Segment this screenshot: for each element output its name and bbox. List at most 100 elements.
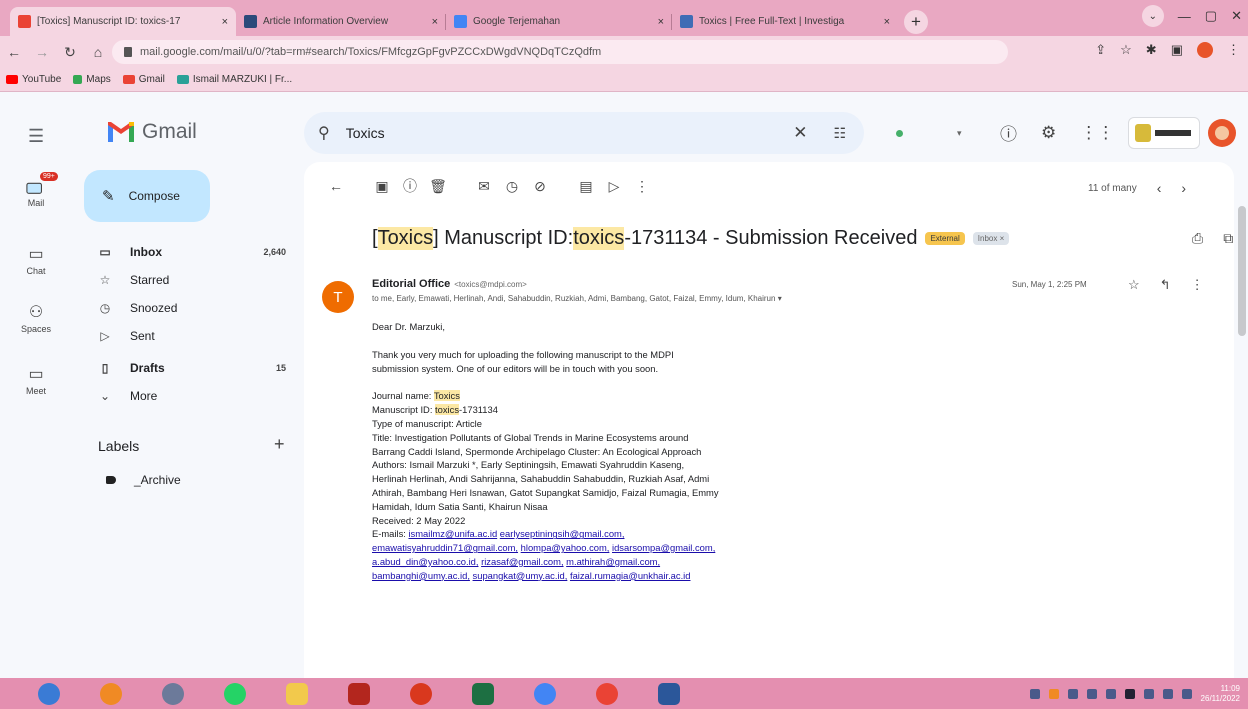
search-icon[interactable]: ⚲: [318, 123, 330, 143]
recipients-line[interactable]: to me, Early, Emawati, Herlinah, Andi, S…: [372, 294, 782, 303]
volume-icon[interactable]: [1143, 689, 1154, 699]
taskbar-chrome[interactable]: [524, 681, 566, 707]
show-details-icon[interactable]: ▾: [778, 294, 782, 303]
rail-item-spaces[interactable]: ⚇ Spaces: [0, 302, 72, 334]
email-link[interactable]: faizal.rumagia@unkhair.ac.id: [570, 570, 691, 581]
taskbar-whatsapp[interactable]: [214, 681, 256, 707]
nav-item-starred[interactable]: ☆ Starred: [88, 268, 298, 292]
more-actions-icon[interactable]: ⋮: [628, 178, 656, 195]
maximize-icon[interactable]: ▢: [1205, 8, 1217, 24]
bookmark-star-icon[interactable]: ☆: [1120, 42, 1132, 58]
nav-item-drafts[interactable]: ▯ Drafts 15: [88, 356, 298, 380]
main-menu-icon[interactable]: ☰: [28, 126, 44, 147]
tab-gmail[interactable]: [Toxics] Manuscript ID: toxics-17 ×: [10, 7, 236, 36]
scrollbar-thumb[interactable]: [1238, 206, 1246, 336]
settings-gear-icon[interactable]: ⚙: [1041, 123, 1056, 143]
email-link[interactable]: m.athirah@gmail.com,: [566, 556, 660, 567]
rail-item-chat[interactable]: ▭ Chat: [0, 244, 72, 276]
email-link[interactable]: supangkat@umy.ac.id,: [473, 570, 568, 581]
back-icon[interactable]: ←: [0, 44, 28, 60]
nav-item-inbox[interactable]: ▭ Inbox 2,640: [88, 240, 298, 264]
move-to-icon[interactable]: ▤: [572, 178, 600, 195]
mark-unread-icon[interactable]: ✉: [470, 178, 498, 195]
tab-article-info[interactable]: Article Information Overview ×: [236, 7, 446, 36]
taskbar-excel[interactable]: [462, 681, 504, 707]
close-window-icon[interactable]: ✕: [1231, 8, 1242, 24]
apps-grid-icon[interactable]: ⋮⋮: [1080, 123, 1114, 143]
add-label-button[interactable]: +: [274, 434, 285, 455]
tab-toxics-article[interactable]: Toxics | Free Full-Text | Investiga ×: [672, 7, 898, 36]
print-icon[interactable]: ⎙: [1192, 230, 1203, 247]
nav-item-snoozed[interactable]: ◷ Snoozed: [88, 296, 298, 320]
profile-icon[interactable]: [1197, 42, 1213, 58]
side-panel-icon[interactable]: ▣: [1171, 42, 1183, 58]
inbox-label-chip[interactable]: Inbox ×: [972, 232, 1010, 245]
label-item-archive[interactable]: _Archive: [106, 473, 181, 487]
tray-app-icon[interactable]: [1048, 689, 1059, 699]
email-link[interactable]: a.abud_din@yahoo.co.id,: [372, 556, 478, 567]
network-icon[interactable]: [1105, 689, 1116, 699]
reply-icon[interactable]: ↰: [1160, 277, 1171, 293]
taskbar-mendeley[interactable]: [338, 681, 380, 707]
archive-icon[interactable]: ▣: [368, 178, 396, 195]
sender-avatar[interactable]: T: [322, 281, 354, 313]
nav-item-sent[interactable]: ▷ Sent: [88, 324, 298, 348]
older-icon[interactable]: ›: [1181, 180, 1186, 196]
tray-app-icon[interactable]: [1086, 689, 1097, 699]
bookmark-gmail[interactable]: Gmail: [122, 74, 165, 85]
share-icon[interactable]: ⇪: [1095, 42, 1106, 58]
taskbar-word[interactable]: [648, 681, 690, 707]
taskbar-chrome-active[interactable]: [586, 681, 628, 707]
help-icon[interactable]: ⓘ: [1000, 120, 1017, 145]
battery-icon[interactable]: [1124, 689, 1135, 699]
system-clock[interactable]: 11:09 26/11/2022: [1201, 684, 1240, 704]
new-tab-button[interactable]: +: [904, 10, 928, 34]
email-link[interactable]: emawatisyahruddin71@gmail.com,: [372, 542, 518, 553]
tray-app-icon[interactable]: [1067, 689, 1078, 699]
tray-app-icon[interactable]: [1029, 689, 1040, 699]
close-tab-icon[interactable]: ×: [222, 16, 228, 28]
clear-search-icon[interactable]: ✕: [793, 123, 807, 143]
open-new-window-icon[interactable]: ⧉: [1223, 230, 1233, 247]
snooze-icon[interactable]: ◷: [498, 178, 526, 195]
bookmark-youtube[interactable]: YouTube: [6, 74, 61, 85]
organization-logo[interactable]: [1128, 117, 1200, 149]
taskbar-people[interactable]: [152, 681, 194, 707]
tab-search-icon[interactable]: ⌄: [1141, 5, 1164, 27]
email-link[interactable]: ismailmz@unifa.ac.id: [408, 528, 497, 539]
label-icon[interactable]: ▷: [600, 178, 628, 195]
taskbar-opera[interactable]: [400, 681, 442, 707]
back-to-search-icon[interactable]: ←: [322, 178, 350, 194]
home-icon[interactable]: ⌂: [84, 44, 112, 60]
bookmark-researchgate[interactable]: Ismail MARZUKI | Fr...: [176, 74, 292, 85]
tab-google-translate[interactable]: Google Terjemahan ×: [446, 7, 672, 36]
rail-item-mail[interactable]: 99+ Mail: [0, 172, 72, 208]
close-tab-icon[interactable]: ×: [884, 16, 890, 28]
status-selector[interactable]: ▾: [882, 122, 974, 144]
email-link[interactable]: earlyseptiningsih@gmail.com,: [500, 528, 625, 539]
sender-name[interactable]: Editorial Office: [372, 278, 450, 290]
nav-item-more[interactable]: ⌄ More: [88, 384, 298, 408]
extensions-icon[interactable]: ✱: [1146, 42, 1157, 58]
url-input[interactable]: mail.google.com/mail/u/0/?tab=rm#search/…: [112, 40, 1008, 64]
compose-button[interactable]: ✎ Compose: [84, 170, 210, 222]
gmail-logo[interactable]: Gmail: [108, 120, 197, 144]
bookmark-maps[interactable]: Maps: [73, 74, 111, 85]
minimize-icon[interactable]: —: [1178, 9, 1191, 24]
account-avatar[interactable]: [1208, 119, 1236, 147]
taskbar-file-explorer[interactable]: [276, 681, 318, 707]
email-link[interactable]: rizasaf@gmail.com,: [481, 556, 563, 567]
language-icon[interactable]: [1162, 689, 1173, 699]
forward-icon[interactable]: →: [28, 44, 56, 60]
close-tab-icon[interactable]: ×: [658, 16, 664, 28]
search-input[interactable]: Toxics: [346, 125, 793, 141]
browser-menu-icon[interactable]: ⋮: [1227, 42, 1240, 58]
close-tab-icon[interactable]: ×: [432, 16, 438, 28]
taskbar-firefox[interactable]: [90, 681, 132, 707]
start-button[interactable]: [28, 681, 70, 707]
delete-icon[interactable]: 🗑: [424, 178, 452, 195]
email-link[interactable]: idsarsompa@gmail.com,: [612, 542, 715, 553]
search-options-icon[interactable]: ☷: [833, 125, 846, 142]
report-spam-icon[interactable]: ⓘ: [396, 176, 424, 196]
star-icon[interactable]: ☆: [1128, 277, 1140, 293]
